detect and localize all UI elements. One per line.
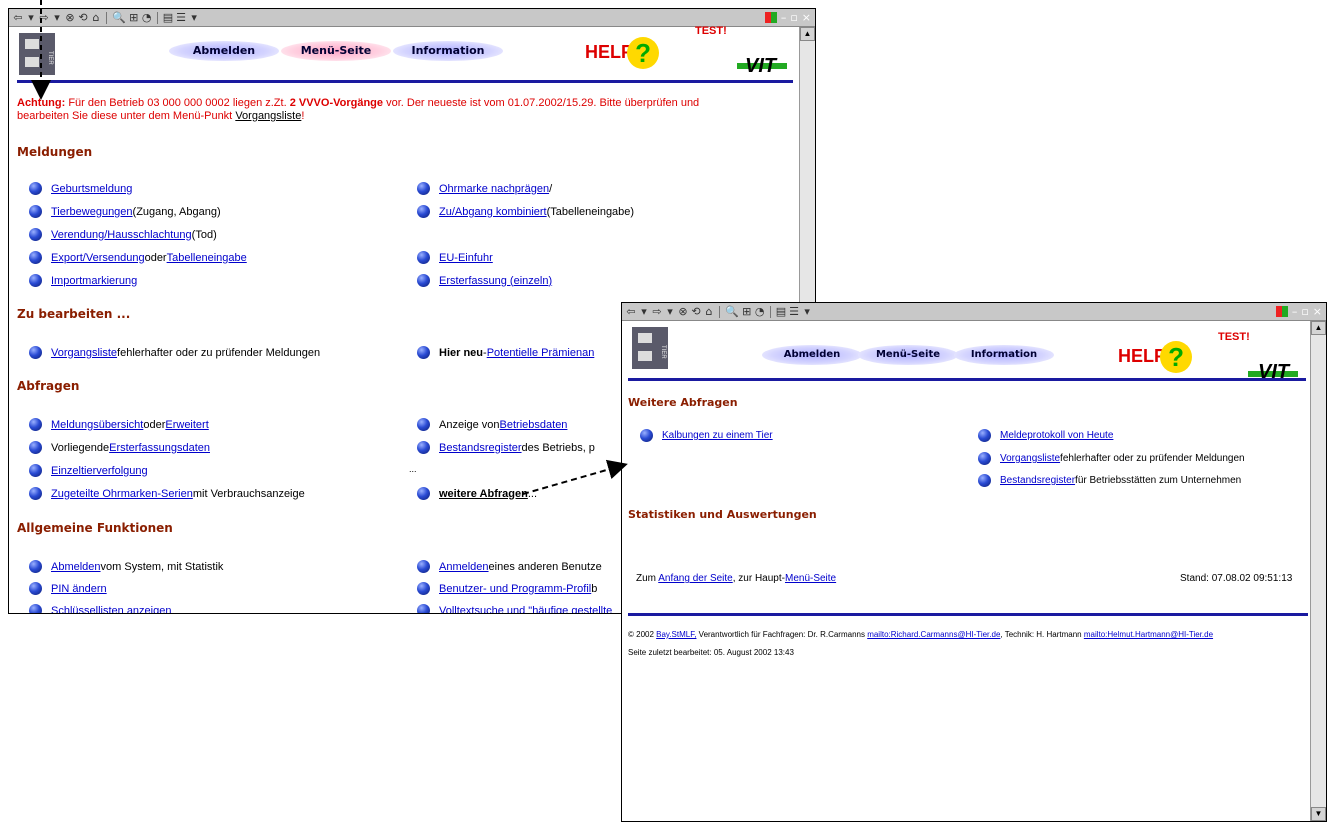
annotation-arrows <box>31 0 628 495</box>
arrow-to-second-window <box>522 459 628 495</box>
